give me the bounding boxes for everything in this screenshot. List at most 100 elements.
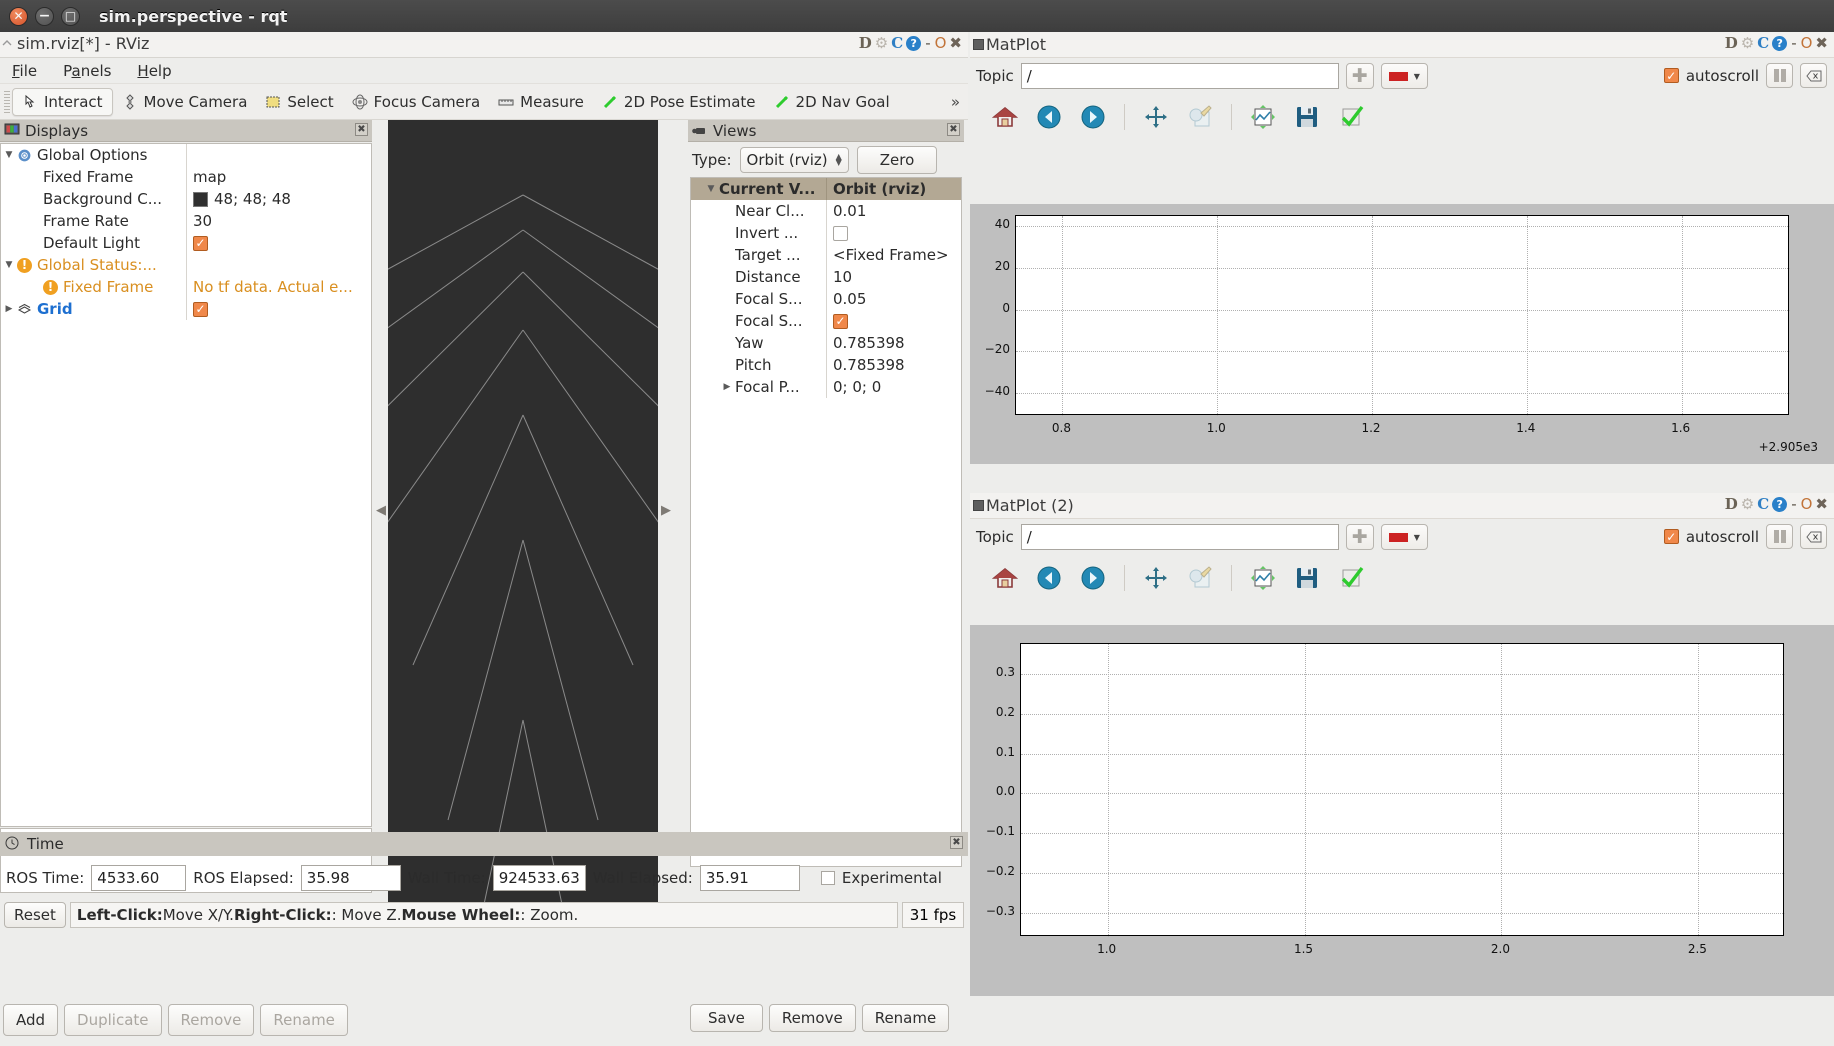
tool-focus-camera[interactable]: Focus Camera <box>343 89 489 115</box>
tool-move-camera[interactable]: Move Camera <box>113 89 257 115</box>
help-icon[interactable]: ? <box>1772 35 1788 51</box>
window-maximize-button[interactable]: □ <box>61 6 80 26</box>
matplot-2-topic-input[interactable]: / <box>1020 524 1339 550</box>
reload-icon[interactable]: C <box>1757 495 1769 513</box>
time-panel-close-button[interactable]: ✖ <box>950 836 963 849</box>
configure-subplots-icon[interactable] <box>1250 565 1276 591</box>
experimental-checkbox-group[interactable]: Experimental <box>820 869 942 887</box>
views-row-expander[interactable]: ▶ <box>719 250 735 260</box>
matplot-2-autoscroll-checkbox[interactable]: ✓ <box>1663 529 1679 544</box>
toolbar-drag-handle[interactable] <box>2 89 12 114</box>
dock-icon[interactable]: D <box>1725 495 1738 513</box>
displays-row-expander[interactable]: ▶ <box>1 216 17 226</box>
views-row[interactable]: ▶Focal S... ✓ <box>691 310 961 332</box>
reload-icon[interactable]: C <box>891 34 903 52</box>
displays-tree[interactable]: ▼ Global Options ▶ Fixed Frame map ▶ Backgroun… <box>0 143 372 827</box>
experimental-checkbox[interactable] <box>820 871 835 885</box>
displays-row[interactable]: ▼! Global Status:... <box>1 254 371 276</box>
close-icon[interactable]: ✖ <box>1815 495 1828 513</box>
displays-row[interactable]: ▼ Global Options <box>1 144 371 166</box>
views-row-expander[interactable]: ▼ <box>703 184 719 194</box>
views-row-checkbox[interactable]: ✓ <box>833 313 848 329</box>
views-type-combobox[interactable]: Orbit (rviz) ▲ ▼ <box>739 147 849 173</box>
zoom-rect-icon[interactable] <box>1187 104 1213 130</box>
matplot-1-pause-button[interactable] <box>1766 63 1793 88</box>
restore-icon[interactable]: O <box>1801 34 1813 52</box>
views-row[interactable]: ▼ Current V... Orbit (rviz) <box>691 178 961 200</box>
displays-row-checkbox[interactable]: ✓ <box>193 235 208 251</box>
displays-row-expander[interactable]: ▶ <box>1 282 17 292</box>
minimize-icon[interactable]: - <box>1791 34 1796 52</box>
views-row[interactable]: ▶Focal S... 0.05 <box>691 288 961 310</box>
pan-move-icon[interactable] <box>1143 104 1169 130</box>
views-row[interactable]: ▶Pitch 0.785398 <box>691 354 961 376</box>
views-row[interactable]: ▶Distance 10 <box>691 266 961 288</box>
wall-time-value[interactable]: 924533.63 <box>492 865 586 891</box>
views-row-expander[interactable]: ▶ <box>719 272 735 282</box>
left-splitter-arrow[interactable]: ◀ <box>376 503 386 518</box>
views-row-checkbox[interactable]: ✓ <box>833 225 848 241</box>
displays-row[interactable]: ▶ Default Light ✓ <box>1 232 371 254</box>
matplot-2-add-topic-button[interactable]: ✚ <box>1345 524 1374 550</box>
matplot-1-plot-area[interactable] <box>1015 215 1790 416</box>
pan-move-icon[interactable] <box>1143 565 1169 591</box>
displays-row[interactable]: ▶ Grid ✓ <box>1 298 371 320</box>
displays-row-expander[interactable]: ▼ <box>1 260 17 270</box>
back-arrow-icon[interactable] <box>1036 565 1062 591</box>
views-row[interactable]: ▶Invert ... ✓ <box>691 222 961 244</box>
help-icon[interactable]: ? <box>1772 496 1788 512</box>
displays-row-expander[interactable]: ▶ <box>1 194 17 204</box>
reload-icon[interactable]: C <box>1757 34 1769 52</box>
views-panel-close-button[interactable]: ✖ <box>947 123 960 136</box>
rviz-3d-viewport[interactable] <box>388 120 658 920</box>
views-row-expander[interactable]: ▶ <box>719 294 735 304</box>
views-row[interactable]: ▶Target ... <Fixed Frame> <box>691 244 961 266</box>
matplot-1-autoscroll-checkbox[interactable]: ✓ <box>1663 68 1679 83</box>
views-row-expander[interactable]: ▶ <box>719 382 735 392</box>
dock-icon[interactable]: D <box>859 34 872 52</box>
views-row-expander[interactable]: ▶ <box>719 338 735 348</box>
save-disk-icon[interactable] <box>1294 565 1320 591</box>
ros-time-value[interactable]: 4533.60 <box>91 865 187 891</box>
minimize-icon[interactable]: - <box>1791 495 1796 513</box>
help-icon[interactable]: ? <box>906 35 922 51</box>
tool-measure[interactable]: Measure <box>489 89 593 115</box>
matplot-2-clear-button[interactable] <box>1800 524 1827 549</box>
displays-row-checkbox[interactable]: ✓ <box>193 301 208 317</box>
gear-icon[interactable]: ⚙ <box>1741 495 1754 513</box>
reset-button[interactable]: Reset <box>4 902 66 928</box>
tool-2d-nav-goal[interactable]: 2D Nav Goal <box>765 89 899 115</box>
views-row[interactable]: ▶Near Cl... 0.01 <box>691 200 961 222</box>
gear-icon[interactable]: ⚙ <box>1741 34 1754 52</box>
views-row-expander[interactable]: ▶ <box>719 206 735 216</box>
window-minimize-button[interactable]: − <box>35 6 54 26</box>
matplot-1-canvas[interactable]: +2.905e3 0.8 1.0 1.2 1.4 1.6 40 20 0 −20 −40 <box>970 204 1834 464</box>
displays-row[interactable]: ▶ Fixed Frame map <box>1 166 371 188</box>
views-row-expander[interactable]: ▶ <box>719 228 735 238</box>
matplot-2-plot-area[interactable] <box>1020 643 1785 937</box>
menu-panels[interactable]: Panels <box>59 60 115 82</box>
views-row[interactable]: ▶Yaw 0.785398 <box>691 332 961 354</box>
menu-help[interactable]: Help <box>133 60 175 82</box>
gear-icon[interactable]: ⚙ <box>875 34 888 52</box>
displays-row[interactable]: ▶! Fixed Frame No tf data. Actual e... <box>1 276 371 298</box>
dock-icon[interactable]: D <box>1725 34 1738 52</box>
forward-arrow-icon[interactable] <box>1080 565 1106 591</box>
displays-row-expander[interactable]: ▶ <box>1 304 17 314</box>
restore-icon[interactable]: O <box>1801 495 1813 513</box>
matplot-2-pause-button[interactable] <box>1766 524 1793 549</box>
tool-2d-pose-estimate[interactable]: 2D Pose Estimate <box>593 89 765 115</box>
minimize-icon[interactable]: - <box>925 34 930 52</box>
displays-row-expander[interactable]: ▼ <box>1 150 17 160</box>
displays-row-expander[interactable]: ▶ <box>1 172 17 182</box>
zoom-rect-icon[interactable] <box>1187 565 1213 591</box>
window-close-button[interactable]: ✕ <box>9 6 28 26</box>
save-disk-icon[interactable] <box>1294 104 1320 130</box>
back-arrow-icon[interactable] <box>1036 104 1062 130</box>
views-row-expander[interactable]: ▶ <box>719 316 735 326</box>
wall-elapsed-value[interactable]: 35.91 <box>699 865 800 891</box>
views-row[interactable]: ▶ Focal P... 0; 0; 0 <box>691 376 961 398</box>
matplot-2-color-button[interactable]: ▼ <box>1380 524 1428 550</box>
displays-panel-close-button[interactable]: ✖ <box>355 123 368 136</box>
matplot-1-clear-button[interactable] <box>1800 63 1827 88</box>
